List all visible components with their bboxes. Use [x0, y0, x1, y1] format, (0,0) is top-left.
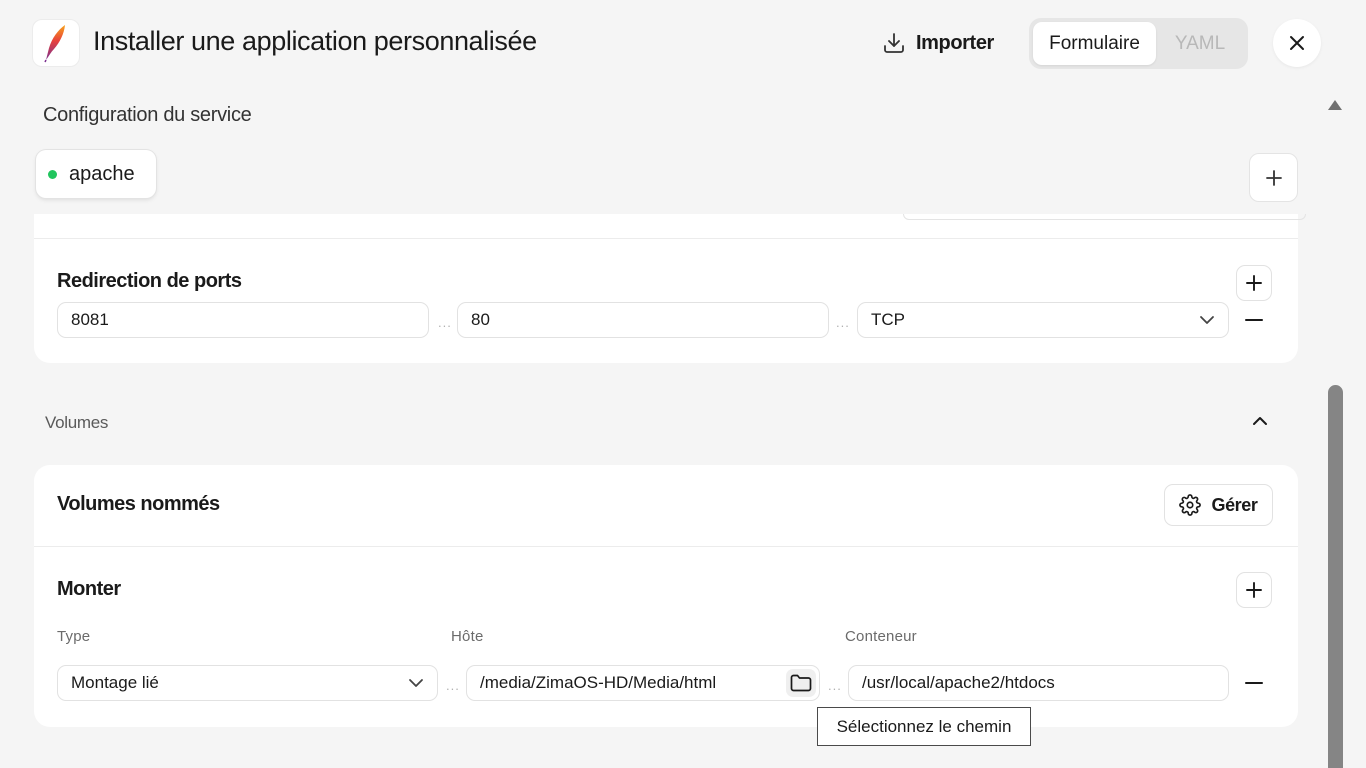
scroll-up-arrow[interactable] [1328, 100, 1342, 110]
app-logo [32, 19, 80, 67]
column-label-host: Hôte [451, 628, 484, 645]
protocol-value: TCP [871, 310, 905, 329]
apache-feather-icon [44, 25, 65, 63]
volumes-section-label: Volumes [45, 413, 109, 432]
add-mount-button[interactable] [1236, 572, 1272, 608]
service-config-label: Configuration du service [43, 104, 252, 126]
column-label-container: Conteneur [845, 628, 917, 645]
host-port-input[interactable]: 8081 [57, 302, 429, 338]
chevron-down-icon [1200, 316, 1214, 324]
host-path-input[interactable]: /media/ZimaOS-HD/Media/html [466, 665, 820, 701]
select-path-button[interactable] [786, 669, 816, 697]
ports-title: Redirection de ports [57, 270, 242, 292]
service-chip-label: apache [69, 162, 135, 185]
import-label: Importer [916, 31, 994, 54]
plus-icon [1265, 169, 1282, 186]
dialog-header: Installer une application personnalisée … [0, 0, 1366, 88]
divider [34, 238, 1298, 239]
remove-mount-button[interactable] [1244, 673, 1264, 693]
column-label-type: Type [57, 628, 91, 645]
status-dot [48, 169, 57, 179]
close-icon [1290, 36, 1304, 50]
page-title: Installer une application personnalisée [93, 26, 537, 56]
mount-title: Monter [57, 578, 121, 600]
separator: ... [828, 678, 842, 693]
ports-card: Redirection de ports 8081 ... 80 ... TCP [34, 214, 1306, 363]
minus-icon [1245, 682, 1263, 684]
volumes-card: Volumes nommés Gérer Monter Type Hôte Co… [34, 465, 1298, 727]
plus-icon [1246, 582, 1262, 598]
plus-icon [1246, 275, 1262, 291]
tab-yaml[interactable]: YAML [1156, 22, 1244, 65]
service-chip-apache[interactable]: apache [36, 150, 156, 198]
chevron-up-icon [1253, 417, 1267, 425]
close-button[interactable] [1273, 19, 1321, 67]
named-volumes-title: Volumes nommés [57, 493, 220, 515]
host-path-value: /media/ZimaOS-HD/Media/html [480, 673, 717, 692]
separator: ... [836, 315, 850, 330]
manage-volumes-button[interactable]: Gérer [1164, 484, 1273, 526]
scrollbar-thumb[interactable] [1328, 385, 1343, 768]
field-stub [903, 214, 1306, 220]
remove-port-button[interactable] [1244, 310, 1264, 330]
gear-icon [1179, 494, 1202, 516]
mount-type-select[interactable]: Montage lié [57, 665, 438, 701]
collapse-volumes-button[interactable] [1249, 410, 1271, 432]
container-port-input[interactable]: 80 [457, 302, 829, 338]
separator: ... [438, 315, 452, 330]
separator: ... [446, 678, 460, 693]
add-port-button[interactable] [1236, 265, 1272, 301]
protocol-select[interactable]: TCP [857, 302, 1229, 338]
folder-icon [790, 674, 812, 692]
container-path-input[interactable]: /usr/local/apache2/htdocs [848, 665, 1229, 701]
divider [34, 546, 1298, 547]
manage-label: Gérer [1211, 494, 1258, 515]
mount-type-value: Montage lié [71, 673, 159, 692]
download-icon [884, 33, 904, 53]
tooltip-select-path: Sélectionnez le chemin [817, 707, 1031, 746]
chevron-down-icon [409, 679, 423, 687]
add-service-button[interactable] [1249, 153, 1298, 202]
mode-switch: Formulaire YAML [1029, 18, 1248, 69]
minus-icon [1245, 319, 1263, 321]
tab-formulaire[interactable]: Formulaire [1033, 22, 1156, 65]
import-button[interactable]: Importer [882, 28, 994, 58]
